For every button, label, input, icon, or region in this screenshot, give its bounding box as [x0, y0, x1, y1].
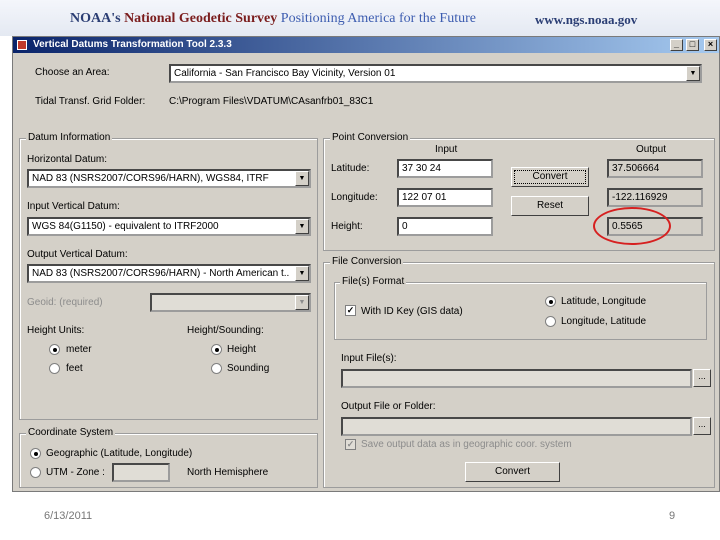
- utm-label: UTM - Zone :: [46, 467, 105, 478]
- chevron-down-icon[interactable]: ▼: [686, 66, 700, 81]
- horizontal-datum-label: Horizontal Datum:: [27, 154, 108, 165]
- hemisphere-label: North Hemisphere: [187, 467, 269, 478]
- long-lat-label: Longitude, Latitude: [561, 316, 647, 327]
- horizontal-datum-value: NAD 83 (NSRS2007/CORS96/HARN), WGS84, IT…: [32, 173, 269, 184]
- file-conversion-title: File Conversion: [330, 256, 404, 267]
- height-units-label: Height Units:: [27, 325, 85, 336]
- longitude-output: -122.116929: [607, 188, 703, 207]
- chevron-down-icon[interactable]: ▼: [295, 266, 309, 281]
- file-convert-button[interactable]: Convert: [465, 462, 560, 482]
- with-id-key-checkbox[interactable]: ✓: [345, 305, 356, 316]
- longitude-label: Longitude:: [331, 192, 378, 203]
- output-browse-button[interactable]: ...: [693, 417, 711, 435]
- grid-folder-label: Tidal Transf. Grid Folder:: [35, 96, 146, 107]
- with-id-key-label: With ID Key (GIS data): [361, 306, 463, 317]
- chevron-down-icon[interactable]: ▼: [295, 219, 309, 234]
- geographic-radio[interactable]: [30, 448, 41, 459]
- horizontal-datum-select[interactable]: NAD 83 (NSRS2007/CORS96/HARN), WGS84, IT…: [27, 169, 311, 188]
- output-file-label: Output File or Folder:: [341, 401, 436, 412]
- maximize-button[interactable]: □: [686, 39, 699, 51]
- banner-url: www.ngs.noaa.gov: [535, 12, 638, 27]
- geographic-label: Geographic (Latitude, Longitude): [46, 448, 193, 459]
- input-browse-button[interactable]: ...: [693, 369, 711, 387]
- banner-tagline: Positioning America for the Future: [280, 11, 476, 26]
- height-input[interactable]: 0: [397, 217, 493, 236]
- output-header: Output: [636, 144, 667, 155]
- input-vertical-datum-label: Input Vertical Datum:: [27, 201, 120, 212]
- lat-long-label: Latitude, Longitude: [561, 296, 647, 307]
- geoid-label: Geoid: (required): [27, 297, 103, 308]
- chevron-down-icon[interactable]: ▼: [295, 295, 309, 310]
- window-title: Vertical Datums Transformation Tool 2.3.…: [33, 39, 232, 50]
- coordinate-system-title: Coordinate System: [26, 427, 116, 438]
- longitude-input[interactable]: 122 07 01: [397, 188, 493, 207]
- point-convert-button[interactable]: Convert: [511, 167, 589, 187]
- minimize-button[interactable]: _: [670, 39, 683, 51]
- lat-long-radio[interactable]: [545, 296, 556, 307]
- banner-title: NOAA's National Geodetic Survey Position…: [70, 11, 476, 27]
- file-format-title: File(s) Format: [340, 276, 407, 287]
- chevron-down-icon[interactable]: ▼: [295, 171, 309, 186]
- latitude-input[interactable]: 37 30 24: [397, 159, 493, 178]
- area-label: Choose an Area:: [35, 67, 110, 78]
- sounding-option-label: Sounding: [227, 363, 270, 374]
- input-files-label: Input File(s):: [341, 353, 397, 364]
- input-header: Input: [435, 144, 458, 155]
- area-select-value: California - San Francisco Bay Vicinity,…: [174, 68, 396, 79]
- input-vertical-datum-value: WGS 84(G1150) - equivalent to ITRF2000: [32, 221, 219, 232]
- utm-zone-input[interactable]: [112, 463, 170, 482]
- height-radio[interactable]: [211, 344, 222, 355]
- app-icon: [17, 40, 27, 50]
- slide-date: 6/13/2011: [44, 510, 93, 522]
- meter-radio[interactable]: [49, 344, 60, 355]
- latitude-label: Latitude:: [331, 163, 370, 174]
- point-conversion-title: Point Conversion: [330, 132, 411, 143]
- sounding-radio[interactable]: [211, 363, 222, 374]
- input-vertical-datum-select[interactable]: WGS 84(G1150) - equivalent to ITRF2000 ▼: [27, 217, 311, 236]
- area-select[interactable]: California - San Francisco Bay Vicinity,…: [169, 64, 702, 83]
- output-vertical-datum-label: Output Vertical Datum:: [27, 249, 128, 260]
- geoid-select[interactable]: ▼: [150, 293, 311, 312]
- grid-folder-path: C:\Program Files\VDATUM\CAsanfrb01_83C1: [169, 96, 374, 107]
- meter-label: meter: [66, 344, 92, 355]
- highlight-circle: [593, 207, 671, 245]
- latitude-output: 37.506664: [607, 159, 703, 178]
- banner-org: National Geodetic Survey: [124, 11, 278, 26]
- save-geographic-checkbox[interactable]: ✓: [345, 439, 356, 450]
- save-geographic-label: Save output data as in geographic coor. …: [361, 439, 572, 450]
- height-label: Height:: [331, 221, 363, 232]
- banner-prefix: NOAA's: [70, 11, 121, 26]
- utm-radio[interactable]: [30, 467, 41, 478]
- slide-page-number: 9: [669, 510, 676, 522]
- feet-radio[interactable]: [49, 363, 60, 374]
- slide-banner: NOAA's National Geodetic Survey Position…: [0, 0, 720, 36]
- output-file-field[interactable]: [341, 417, 692, 436]
- output-vertical-datum-value: NAD 83 (NSRS2007/CORS96/HARN) - North Am…: [32, 268, 290, 279]
- output-vertical-datum-select[interactable]: NAD 83 (NSRS2007/CORS96/HARN) - North Am…: [27, 264, 311, 283]
- long-lat-radio[interactable]: [545, 316, 556, 327]
- reset-button[interactable]: Reset: [511, 196, 589, 216]
- window-titlebar: Vertical Datums Transformation Tool 2.3.…: [13, 37, 719, 53]
- feet-label: feet: [66, 363, 83, 374]
- height-sounding-label: Height/Sounding:: [187, 325, 264, 336]
- height-option-label: Height: [227, 344, 256, 355]
- input-files-field[interactable]: [341, 369, 692, 388]
- close-button[interactable]: ×: [704, 39, 717, 51]
- datum-info-title: Datum Information: [26, 132, 113, 143]
